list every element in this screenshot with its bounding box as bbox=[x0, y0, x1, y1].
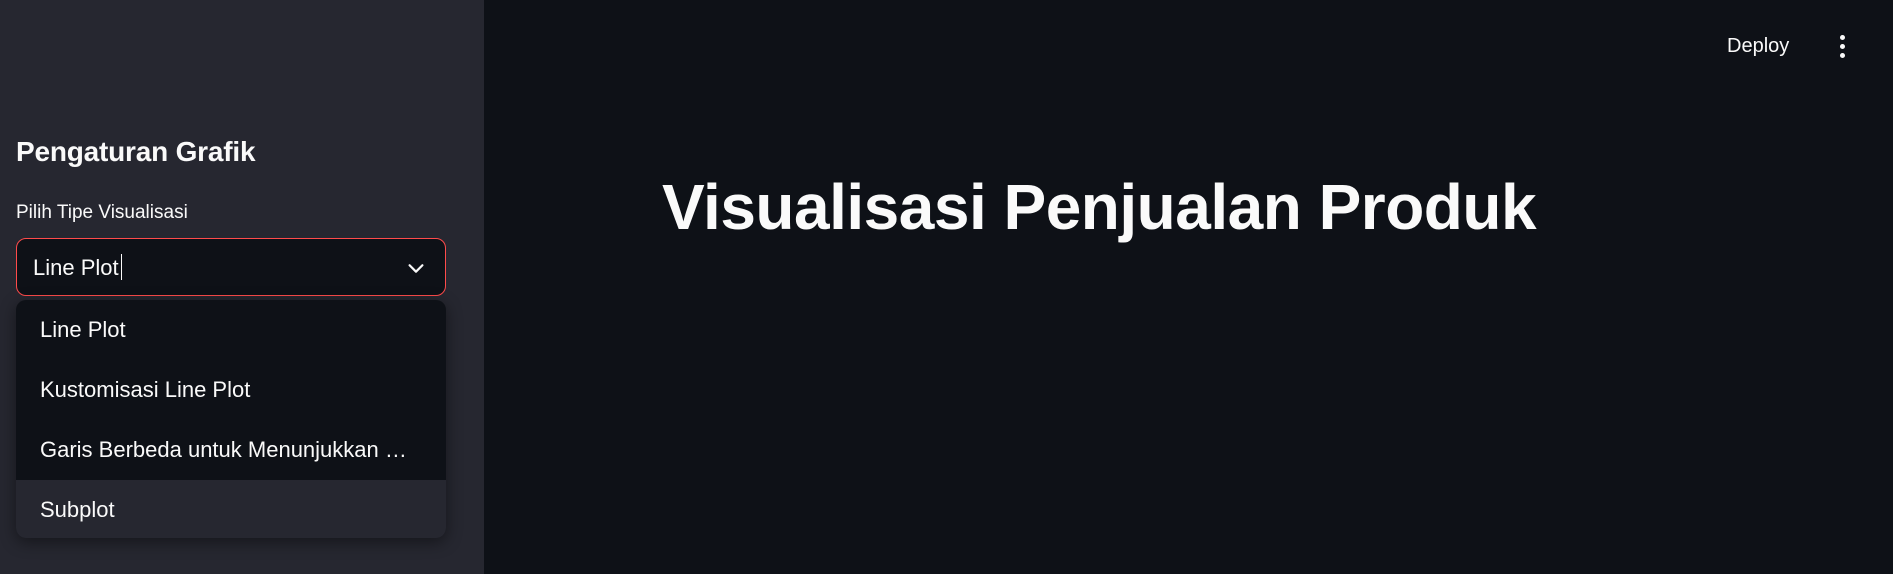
page-title: Visualisasi Penjualan Produk bbox=[662, 171, 1537, 243]
select-value-text: Line Plot bbox=[33, 255, 119, 280]
vertical-dots-icon-dot bbox=[1840, 44, 1845, 49]
select-value[interactable]: Line Plot bbox=[33, 254, 123, 281]
dropdown-option-garis-berbeda[interactable]: Garis Berbeda untuk Menunjukkan … bbox=[16, 420, 446, 480]
text-cursor bbox=[120, 254, 123, 280]
sidebar: Pengaturan Grafik Pilih Tipe Visualisasi… bbox=[0, 0, 484, 574]
app: Pengaturan Grafik Pilih Tipe Visualisasi… bbox=[0, 0, 1893, 574]
select-label: Pilih Tipe Visualisasi bbox=[16, 202, 188, 223]
dropdown-option-kustomisasi-line-plot[interactable]: Kustomisasi Line Plot bbox=[16, 360, 446, 420]
chevron-down-icon[interactable] bbox=[405, 257, 427, 279]
select-dropdown-menu: Line Plot Kustomisasi Line Plot Garis Be… bbox=[16, 300, 446, 538]
main-menu-button[interactable] bbox=[1832, 30, 1854, 62]
vertical-dots-icon-dot bbox=[1840, 53, 1845, 58]
sidebar-heading: Pengaturan Grafik bbox=[16, 136, 256, 167]
visualization-type-select[interactable]: Line Plot bbox=[16, 238, 446, 296]
dropdown-option-subplot[interactable]: Subplot bbox=[16, 480, 446, 538]
deploy-button[interactable]: Deploy bbox=[1723, 30, 1793, 62]
main-content bbox=[484, 0, 1893, 574]
dropdown-option-line-plot[interactable]: Line Plot bbox=[16, 300, 446, 360]
vertical-dots-icon bbox=[1840, 35, 1845, 40]
